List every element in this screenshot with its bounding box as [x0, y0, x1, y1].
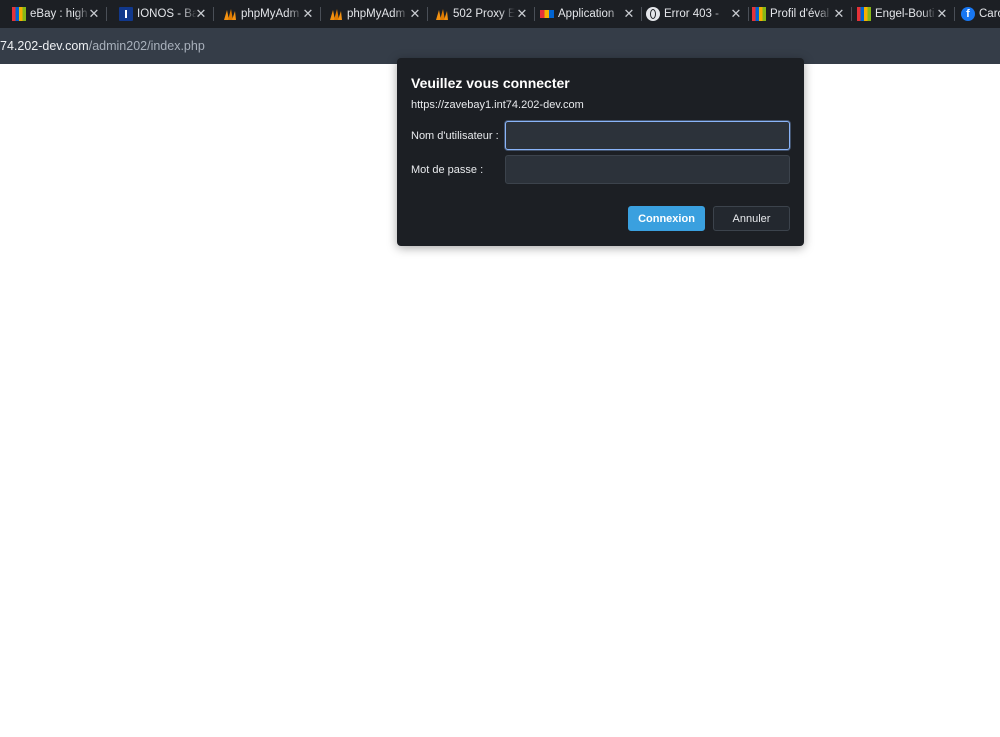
ebay-favicon-icon	[12, 7, 26, 21]
tab-profil[interactable]: Profil d'éval ✕	[749, 0, 852, 28]
tab-title: phpMyAdm	[241, 8, 300, 20]
phpmyadmin-favicon-icon	[223, 7, 237, 21]
close-tab-icon[interactable]: ✕	[301, 7, 315, 21]
password-input[interactable]	[505, 155, 790, 184]
close-tab-icon[interactable]: ✕	[832, 7, 846, 21]
username-label: Nom d'utilisateur :	[411, 130, 499, 142]
tab-title: Error 403 -	[664, 8, 719, 20]
close-tab-icon[interactable]: ✕	[408, 7, 422, 21]
url-host: 74.202-dev.com	[0, 39, 89, 53]
tab-ionos[interactable]: IONOS - Ba ✕	[107, 0, 214, 28]
tab-facebook[interactable]: f Caro	[955, 0, 1000, 28]
phpmyadmin-favicon-icon	[329, 7, 343, 21]
tab-engel-boutique[interactable]: Engel-Bouti ✕	[852, 0, 955, 28]
close-tab-icon[interactable]: ✕	[87, 7, 101, 21]
close-tab-icon[interactable]: ✕	[194, 7, 208, 21]
cancel-button[interactable]: Annuler	[713, 206, 790, 231]
tab-phpmyadmin-1[interactable]: phpMyAdm ✕	[214, 0, 321, 28]
close-tab-icon[interactable]: ✕	[515, 7, 529, 21]
tab-title: IONOS - Ba	[137, 8, 197, 20]
dialog-title: Veuillez vous connecter	[411, 75, 570, 91]
tab-strip: eBay : high ✕ IONOS - Ba ✕ phpMyAdm ✕ ph…	[0, 0, 1000, 28]
close-tab-icon[interactable]: ✕	[935, 7, 949, 21]
username-input[interactable]	[505, 121, 790, 150]
facebook-icon: f	[961, 7, 975, 21]
dialog-origin: https://zavebay1.int74.202-dev.com	[411, 99, 584, 111]
ebay-favicon-icon	[857, 7, 871, 21]
app-favicon-icon	[540, 10, 554, 18]
ionos-favicon-icon	[119, 7, 133, 21]
tab-ebay[interactable]: eBay : high ✕	[0, 0, 107, 28]
globe-icon	[646, 7, 660, 21]
tab-title: Engel-Bouti	[875, 8, 935, 20]
tab-title: eBay : high	[30, 8, 88, 20]
tab-title: 502 Proxy E	[453, 8, 515, 20]
password-label: Mot de passe :	[411, 164, 484, 176]
tab-502-proxy[interactable]: 502 Proxy E ✕	[428, 0, 535, 28]
login-dialog: Veuillez vous connecter https://zavebay1…	[397, 58, 804, 246]
phpmyadmin-favicon-icon	[435, 7, 449, 21]
tab-title: Profil d'éval	[770, 8, 830, 20]
url-text[interactable]: 74.202-dev.com/admin202/index.php	[0, 39, 205, 53]
ebay-favicon-icon	[752, 7, 766, 21]
tab-error-403[interactable]: Error 403 - ✕	[642, 0, 749, 28]
tab-title: Caro	[979, 8, 1000, 20]
close-tab-icon[interactable]: ✕	[622, 7, 636, 21]
url-path: /admin202/index.php	[88, 39, 205, 53]
login-button[interactable]: Connexion	[628, 206, 705, 231]
close-tab-icon[interactable]: ✕	[729, 7, 743, 21]
tab-title: phpMyAdm	[347, 8, 406, 20]
tab-application[interactable]: Application ✕	[535, 0, 642, 28]
tab-phpmyadmin-2[interactable]: phpMyAdm ✕	[321, 0, 428, 28]
tab-title: Application	[558, 8, 615, 20]
